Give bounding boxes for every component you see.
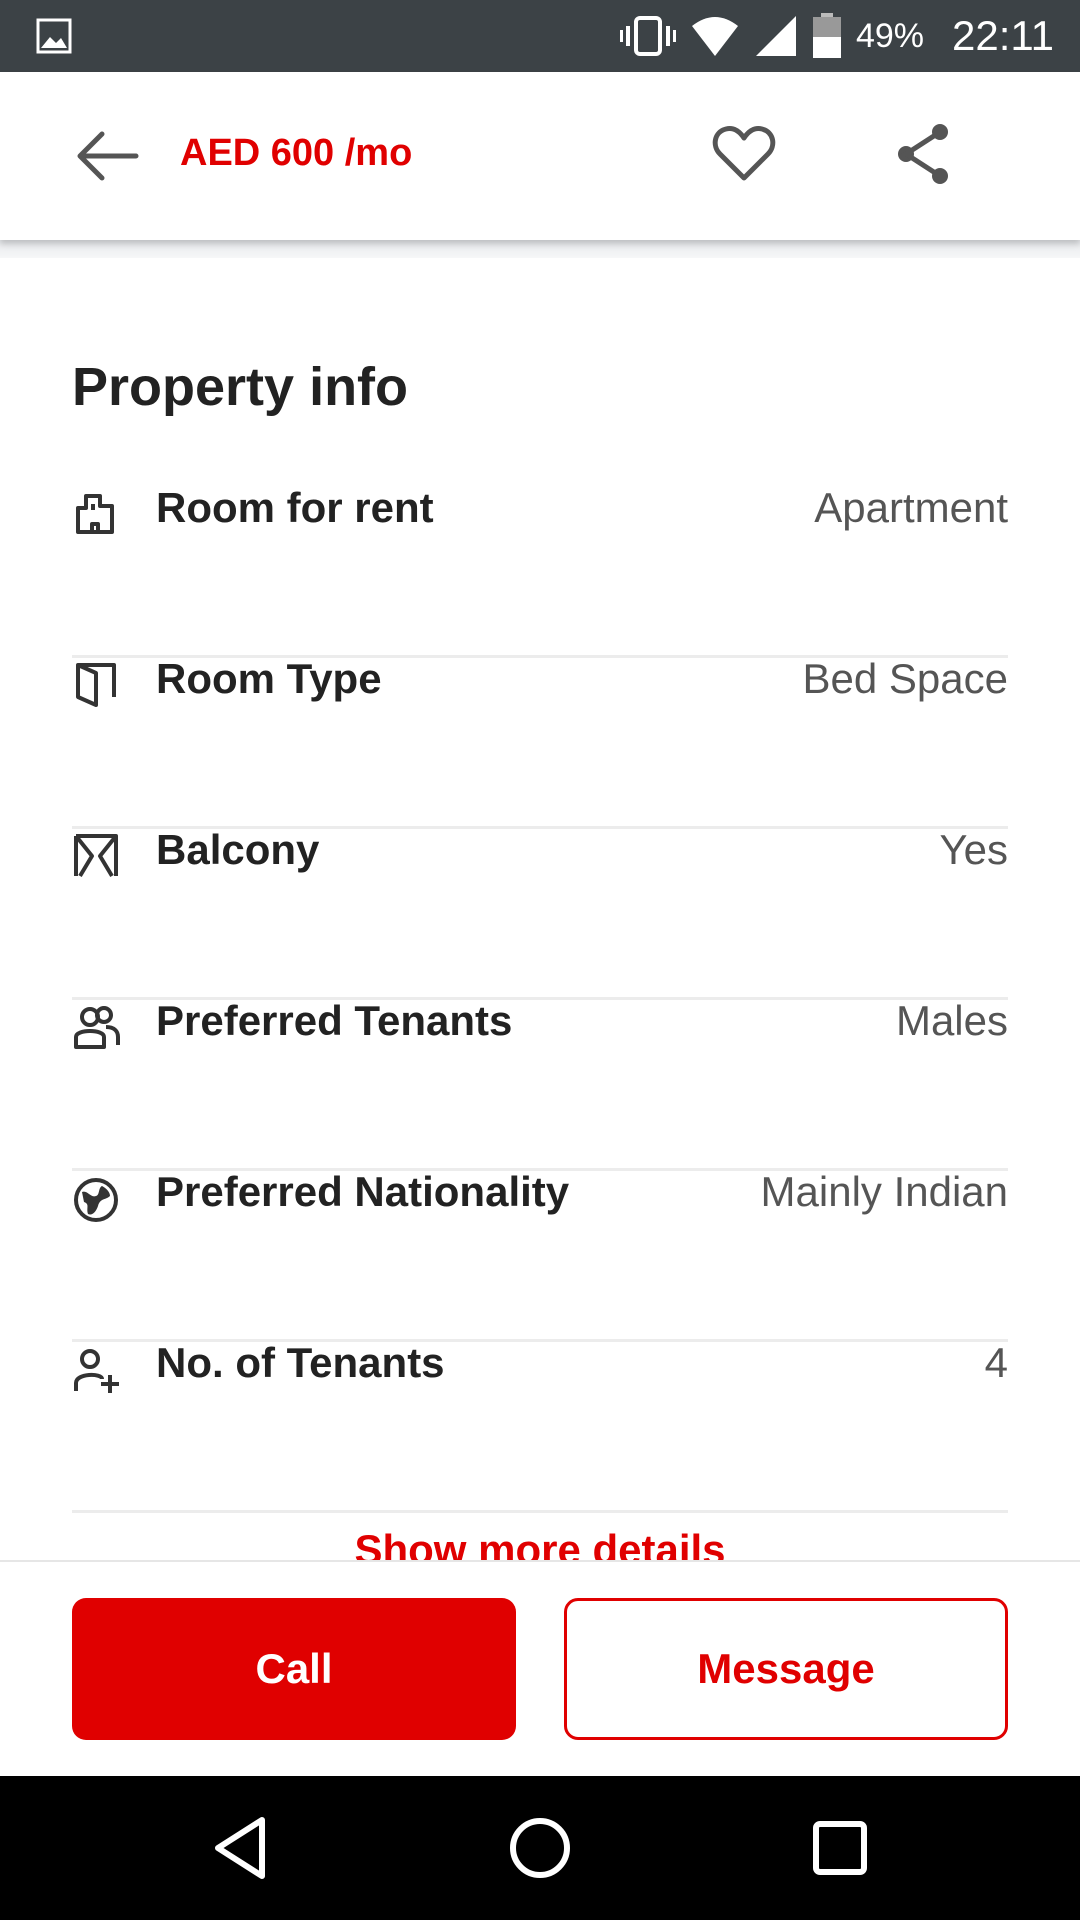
header-shadow [0, 240, 1080, 258]
info-row-number-of-tenants: No. of Tenants 4 [72, 1339, 1008, 1513]
info-label: Balcony [156, 826, 320, 873]
people-icon [74, 1006, 120, 1049]
message-button-label: Message [697, 1645, 875, 1692]
signal-icon [755, 16, 796, 56]
info-value: Males [895, 997, 1008, 1044]
image-icon [36, 18, 72, 54]
nav-recents-icon[interactable] [804, 1812, 876, 1884]
info-label: Room Type [156, 655, 382, 702]
clock: 22:11 [952, 12, 1054, 59]
door-icon [76, 663, 116, 707]
section-title: Property info [72, 357, 409, 417]
call-button-label: Call [255, 1645, 333, 1692]
message-button[interactable]: Message [564, 1598, 1008, 1740]
nav-home-icon[interactable] [504, 1812, 576, 1884]
listing-price: AED 600 /mo [180, 132, 413, 174]
info-label: Preferred Nationality [156, 1168, 570, 1215]
share-icon[interactable] [894, 122, 954, 186]
back-arrow-icon[interactable] [72, 128, 142, 184]
info-value: 4 [984, 1339, 1008, 1386]
status-bar: 49% 22:11 [0, 0, 1080, 72]
call-button[interactable]: Call [72, 1598, 516, 1740]
info-row-preferred-tenants: Preferred Tenants Males [72, 997, 1008, 1171]
building-icon [76, 494, 114, 534]
info-value: Bed Space [802, 655, 1009, 702]
heart-icon[interactable] [712, 124, 776, 184]
info-value: Yes [939, 826, 1008, 873]
nav-back-icon[interactable] [204, 1812, 276, 1884]
system-nav-bar [0, 1776, 1080, 1920]
info-row-preferred-nationality: Preferred Nationality Mainly Indian [72, 1168, 1008, 1342]
balcony-icon [74, 834, 118, 878]
info-label: Room for rent [156, 484, 434, 531]
add-person-icon [74, 1349, 119, 1393]
vibrate-icon [619, 16, 676, 56]
action-bar: Call Message [0, 1560, 1080, 1778]
info-row-balcony: Balcony Yes [72, 826, 1008, 1000]
info-value: Mainly Indian [760, 1168, 1008, 1215]
show-more-details-link[interactable]: Show more details [0, 1520, 1080, 1560]
info-label: Preferred Tenants [156, 997, 513, 1044]
battery-percentage: 49% [855, 16, 924, 55]
info-value: Apartment [814, 484, 1008, 531]
info-row-room-for-rent: Room for rent Apartment [72, 484, 1008, 658]
info-row-room-type: Room Type Bed Space [72, 655, 1008, 829]
battery-icon [812, 13, 841, 58]
globe-icon [74, 1178, 118, 1222]
show-more-label: Show more details [354, 1526, 726, 1560]
app-bar: AED 600 /mo [0, 72, 1080, 240]
info-label: No. of Tenants [156, 1339, 445, 1386]
wifi-icon [691, 17, 738, 56]
